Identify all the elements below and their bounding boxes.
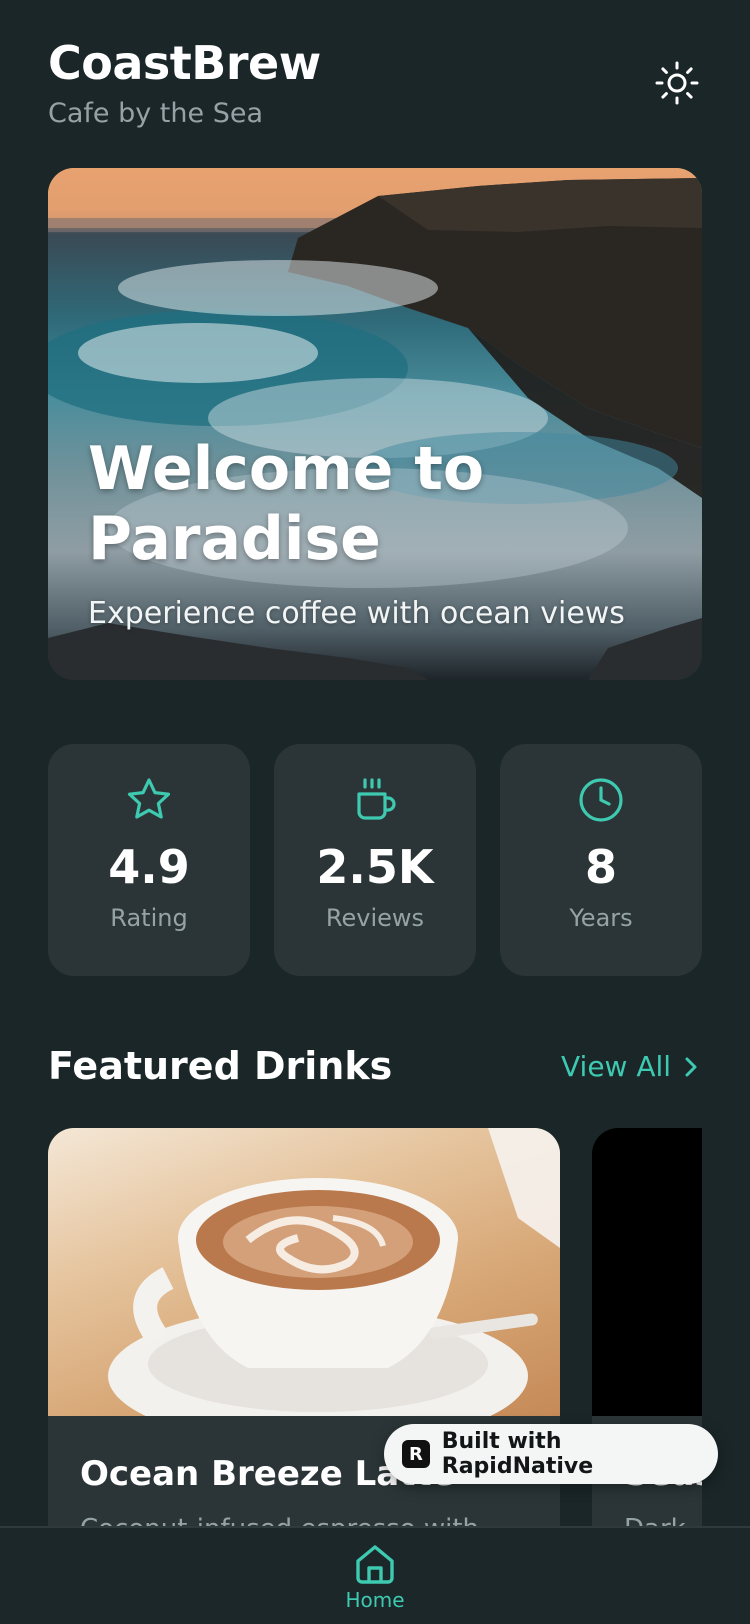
- tab-home-label: Home: [345, 1588, 405, 1612]
- latte-image: [48, 1128, 560, 1416]
- stat-label: Reviews: [325, 904, 425, 932]
- stat-value: 4.9: [108, 840, 190, 894]
- app-subtitle: Cafe by the Sea: [48, 98, 263, 129]
- bottom-navigation: Home: [0, 1526, 750, 1624]
- sun-icon: [655, 61, 699, 105]
- hero-title: Welcome to Paradise: [88, 434, 485, 574]
- theme-toggle-button[interactable]: [652, 58, 702, 108]
- latte-art-illustration: [108, 1128, 560, 1416]
- drink-image: [592, 1128, 702, 1416]
- hero-subtitle: Experience coffee with ocean views: [88, 596, 625, 631]
- tab-home[interactable]: Home: [338, 1542, 412, 1612]
- built-with-badge[interactable]: R Built with RapidNative: [384, 1424, 718, 1484]
- view-all-link[interactable]: View All: [561, 1050, 701, 1083]
- clock-icon: [579, 778, 623, 822]
- app-screen: CoastBrew Cafe by the Sea Welcome to Par…: [0, 0, 750, 1624]
- stat-label: Rating: [110, 904, 188, 932]
- badge-label: Built with RapidNative: [441, 1429, 594, 1479]
- hero-banner: Welcome to Paradise Experience coffee wi…: [48, 168, 702, 680]
- stat-card-rating: 4.9 Rating: [48, 744, 250, 976]
- home-icon: [356, 1545, 394, 1584]
- stat-card-reviews: 2.5K Reviews: [274, 744, 476, 976]
- view-all-label: View All: [561, 1050, 672, 1083]
- star-icon: [127, 778, 171, 819]
- rapidnative-logo-icon: R: [402, 1440, 430, 1468]
- stat-value: 2.5K: [316, 840, 434, 894]
- stat-value: 8: [584, 840, 617, 894]
- coffee-cup-icon: [357, 778, 396, 820]
- stat-card-years: 8 Years: [500, 744, 702, 976]
- chevron-right-icon: [685, 1057, 697, 1076]
- app-title: CoastBrew: [48, 36, 321, 90]
- stat-label: Years: [569, 904, 633, 932]
- featured-drinks-title: Featured Drinks: [48, 1044, 393, 1088]
